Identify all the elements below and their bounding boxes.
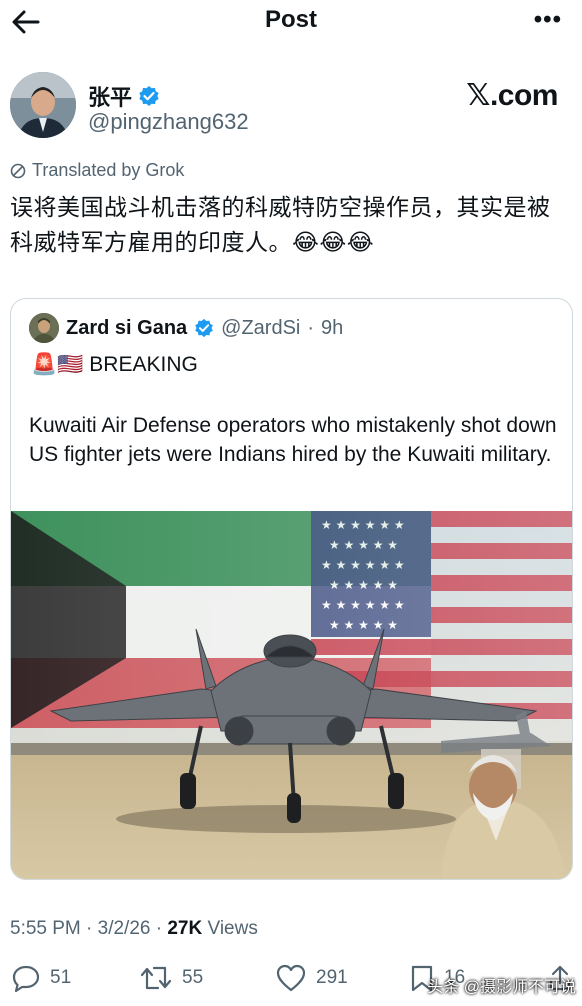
quoted-tweet-image[interactable]: ★ ★ ★ ★ ★ ★ ★ ★ ★ ★ ★ ★ ★ ★ ★ ★ ★ ★ ★ ★ … — [11, 511, 573, 880]
tweet-text: 误将美国战斗机击落的科威特防空操作员，其实是被科威特军方雇用的印度人。😂😂😂 — [10, 194, 551, 255]
breaking-label: BREAKING — [89, 353, 198, 376]
like-button[interactable]: 291 — [276, 964, 348, 992]
quoted-tweet-text: Kuwaiti Air Defense operators who mistak… — [29, 414, 557, 466]
top-bar: Post ••• — [0, 0, 582, 44]
reply-button[interactable]: 51 — [12, 964, 71, 992]
more-options-icon[interactable]: ••• — [534, 8, 562, 32]
repost-icon — [140, 966, 172, 990]
quoted-author-handle[interactable]: @ZardSi — [221, 317, 300, 340]
reply-count: 51 — [50, 967, 72, 988]
grok-icon — [10, 163, 26, 178]
quoted-author-name[interactable]: Zard si Gana — [66, 317, 187, 340]
siren-flag-emoji: 🚨🇺🇸 — [31, 353, 84, 376]
heart-icon — [276, 964, 306, 992]
views-label: Views — [202, 918, 258, 939]
quoted-tweet-time: 9h — [321, 316, 344, 339]
post-timestamp[interactable]: 5:55 PM · 3/2/26 · — [10, 918, 167, 939]
x-com-logo: 𝕏.com — [466, 79, 558, 112]
translated-by-grok[interactable]: Translated by Grok — [10, 160, 184, 181]
separator-dot: · — [307, 316, 315, 339]
repost-count: 55 — [182, 967, 204, 988]
breaking-line: 🚨🇺🇸 BREAKING — [31, 353, 198, 377]
post-metadata: 5:55 PM · 3/2/26 · 27K Views — [10, 918, 258, 940]
quoted-verified-badge-icon — [195, 318, 213, 338]
translated-label: Translated by Grok — [32, 160, 185, 180]
author-name[interactable]: 张平 — [88, 80, 132, 112]
reply-icon — [12, 965, 40, 992]
watermark: 头条 @摄影师不可说 — [427, 979, 576, 996]
verified-badge-icon — [139, 86, 159, 106]
author-avatar[interactable] — [10, 72, 76, 138]
views-count[interactable]: 27K — [167, 918, 202, 939]
quoted-author-avatar[interactable] — [29, 313, 59, 343]
quoted-tweet[interactable]: Zard si Gana @ZardSi · 9h 🚨🇺🇸 BREAKING K… — [10, 298, 573, 880]
like-count: 291 — [316, 967, 348, 988]
quoted-tweet-header: Zard si Gana @ZardSi · 9h — [29, 313, 343, 343]
repost-button[interactable]: 55 — [140, 964, 203, 992]
author-handle[interactable]: @pingzhang632 — [88, 109, 249, 135]
author-name-row: 张平 — [88, 80, 160, 112]
page-title: Post — [264, 6, 317, 33]
